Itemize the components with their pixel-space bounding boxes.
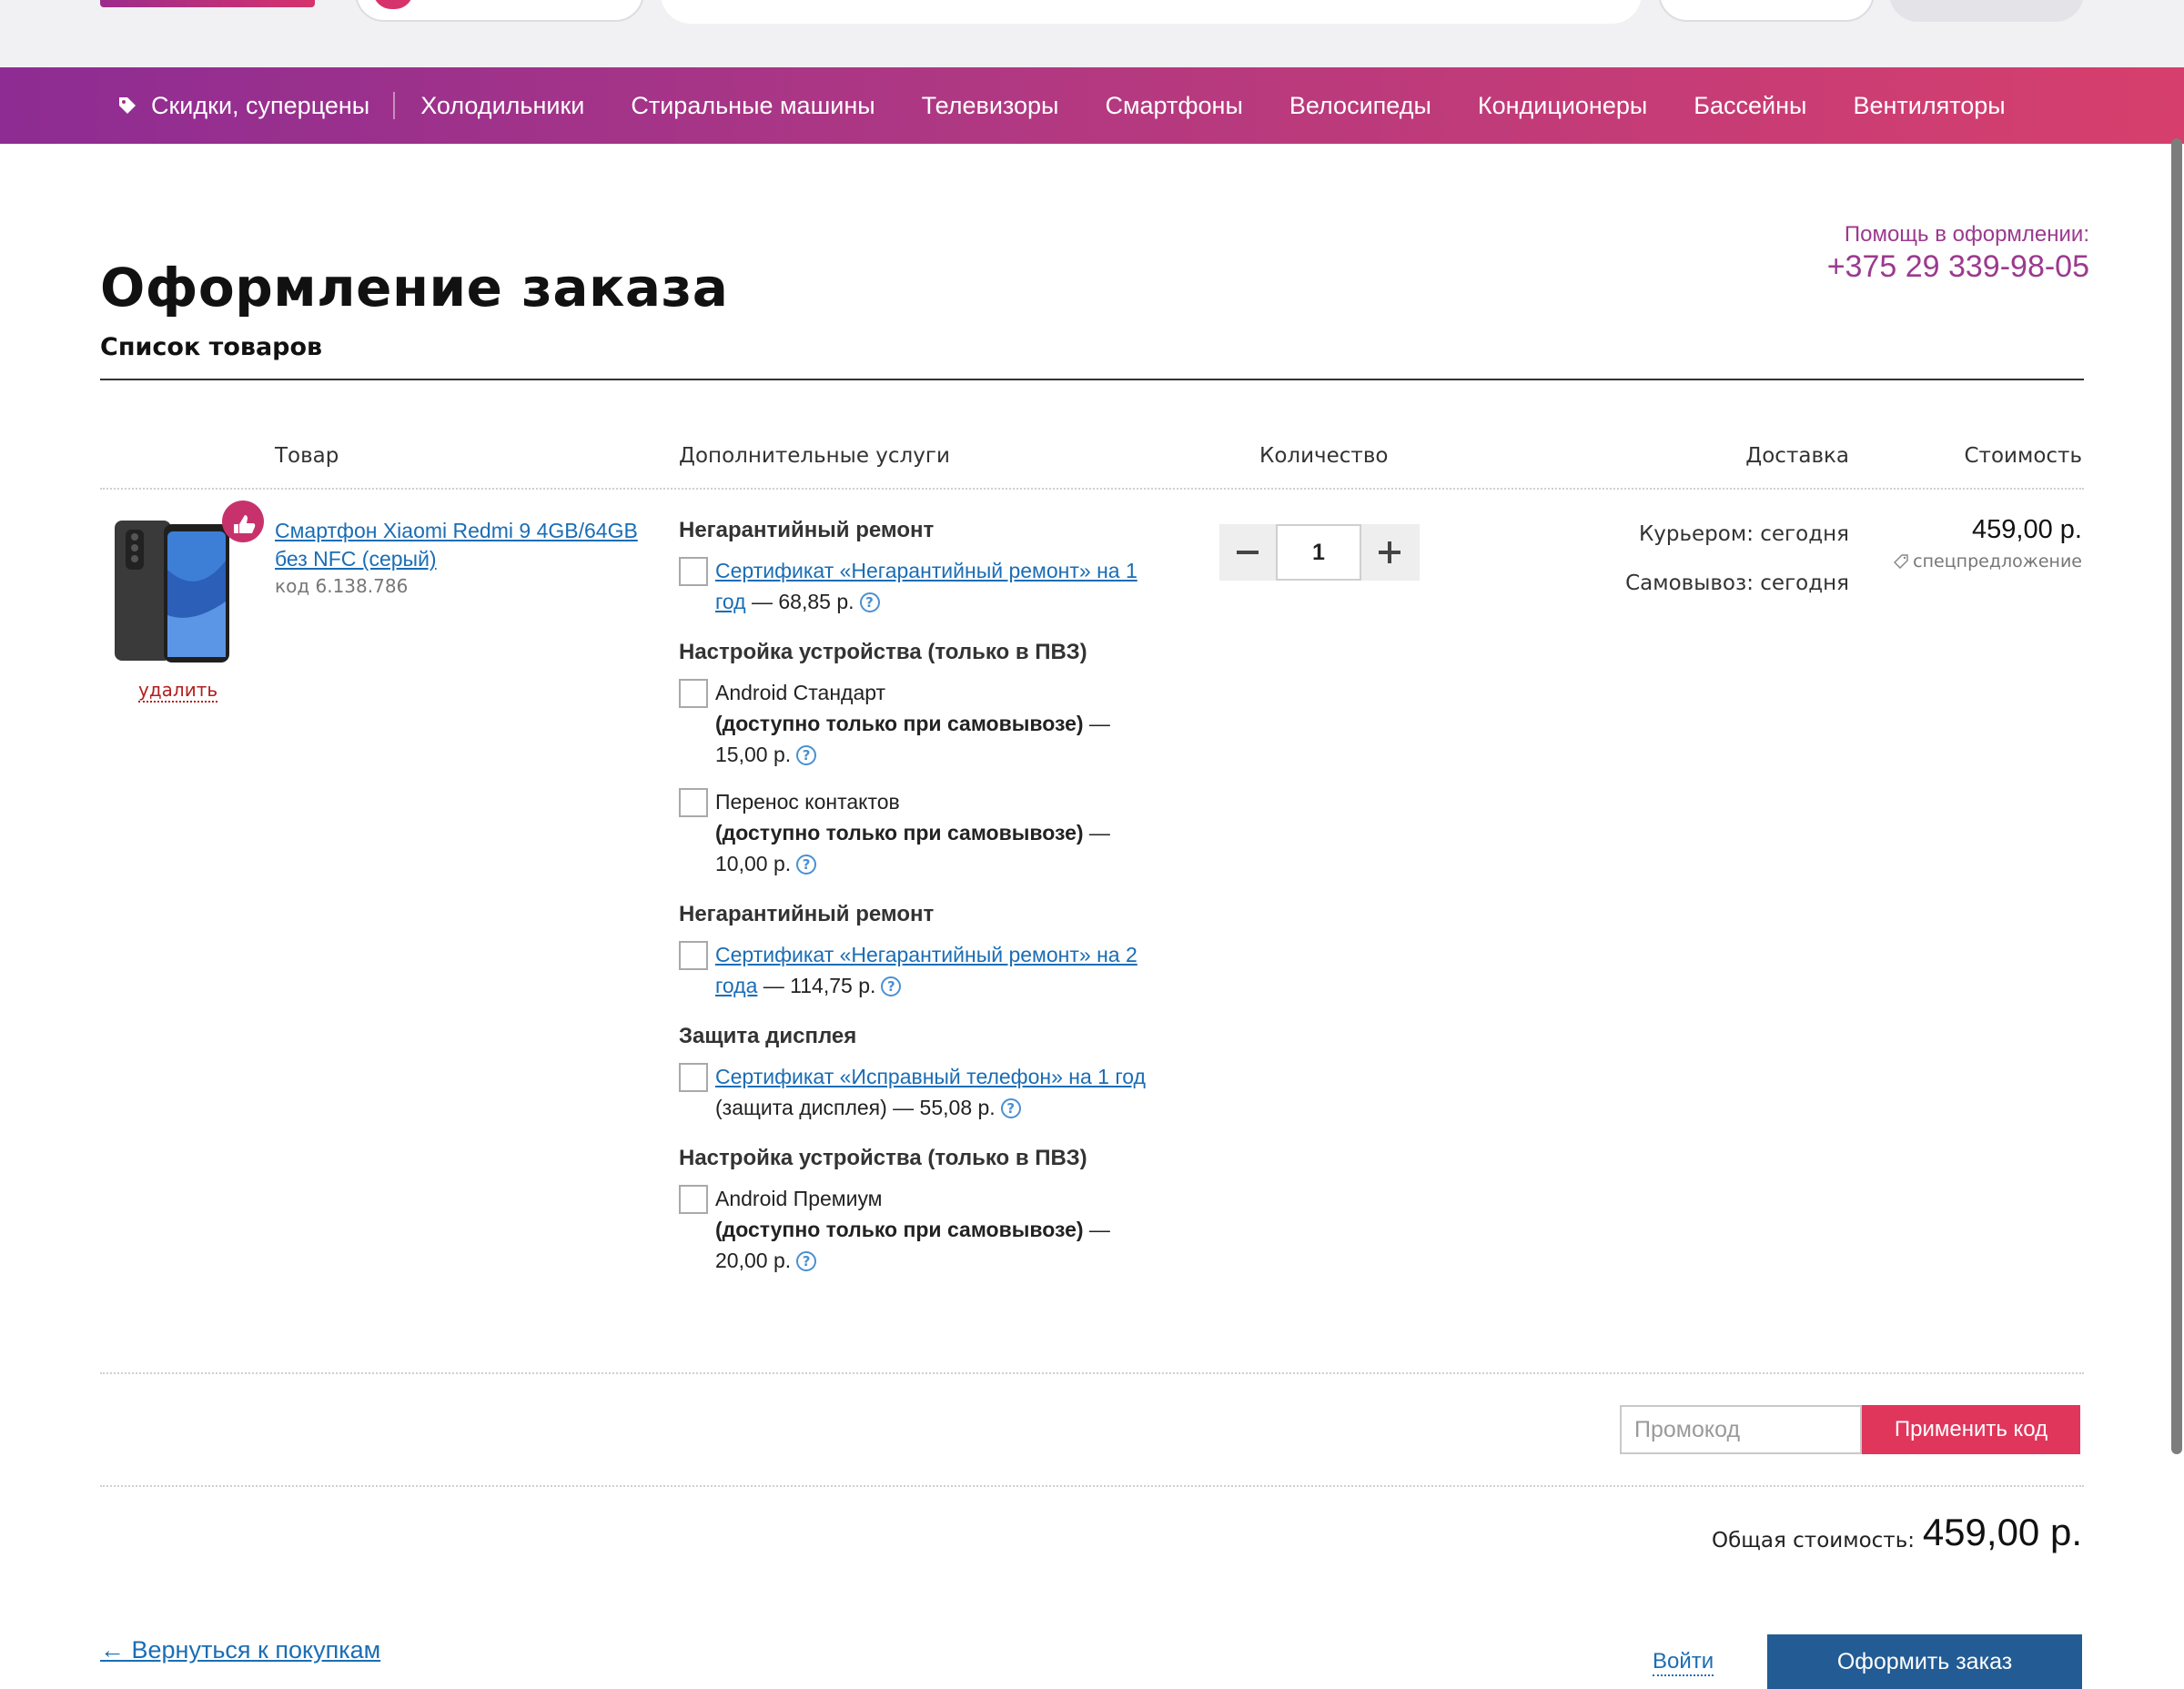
header-button[interactable] — [1658, 0, 1875, 22]
plus-icon[interactable] — [1361, 524, 1418, 581]
service-option: Android Премиум (доступно только при сам… — [679, 1183, 1161, 1276]
logo[interactable] — [100, 0, 315, 7]
minus-icon[interactable] — [1219, 524, 1276, 581]
help-icon[interactable]: ? — [796, 855, 817, 875]
service-checkbox[interactable] — [679, 679, 708, 708]
service-checkbox[interactable] — [679, 1063, 708, 1092]
nav-item-conditioners[interactable]: Кондиционеры — [1478, 92, 1647, 120]
product-image[interactable] — [111, 515, 233, 666]
service-option: Перенос контактов (доступно только при с… — [679, 786, 1161, 879]
search-input[interactable] — [661, 0, 1642, 24]
service-group-title: Настройка устройства (только в ПВЗ) — [679, 1146, 1087, 1170]
service-group-title: Негарантийный ремонт — [679, 902, 935, 926]
service-price: — 68,85 р. — [745, 590, 854, 613]
service-checkbox[interactable] — [679, 1185, 708, 1214]
nav-item-smartphones[interactable]: Смартфоны — [1105, 92, 1242, 120]
back-to-shopping-link[interactable]: ← Вернуться к покупкам — [100, 1636, 380, 1664]
service-checkbox[interactable] — [679, 557, 708, 586]
special-offer-label: спецпредложение — [1913, 551, 2082, 571]
delivery-pickup: Самовывоз: сегодня — [1625, 571, 1849, 595]
help-phone[interactable]: +375 29 339-98-05 — [1827, 249, 2089, 285]
cart-button[interactable] — [1889, 0, 2084, 22]
additional-services: Негарантийный ремонт Сертификат «Негаран… — [679, 515, 1161, 1296]
help-icon[interactable]: ? — [1000, 1098, 1021, 1118]
section-title: Список товаров — [100, 333, 323, 361]
service-checkbox[interactable] — [679, 788, 708, 817]
nav-item-label: Скидки, суперцены — [151, 91, 370, 119]
help-icon[interactable]: ? — [881, 976, 902, 996]
column-header-quantity: Количество — [1259, 444, 1389, 468]
special-offer: спецпредложение — [1894, 551, 2082, 571]
delete-link[interactable]: удалить — [138, 679, 218, 703]
checkout-button[interactable]: Оформить заказ — [1767, 1634, 2082, 1689]
tag-icon — [119, 97, 136, 114]
nav-item-fridges[interactable]: Холодильники — [420, 92, 584, 120]
nav-item-pools[interactable]: Бассейны — [1694, 92, 1806, 120]
divider — [100, 488, 2084, 490]
service-option: Сертификат «Исправный телефон» на 1 год … — [679, 1061, 1161, 1123]
scrollbar[interactable] — [2171, 138, 2182, 1454]
category-nav: Скидки, суперцены Холодильники Стиральны… — [0, 67, 2184, 144]
nav-item-fans[interactable]: Вентиляторы — [1853, 92, 2005, 120]
service-group-title: Настройка устройства (только в ПВЗ) — [679, 640, 1087, 664]
service-price: (защита дисплея) — 55,08 р. — [715, 1096, 996, 1119]
column-header-services: Дополнительные услуги — [679, 444, 950, 468]
column-header-item: Товар — [275, 444, 339, 468]
service-option: Сертификат «Негарантийный ремонт» на 1 г… — [679, 555, 1161, 617]
service-group: Настройка устройства (только в ПВЗ) Andr… — [679, 1143, 1161, 1276]
item-price: 459,00 р. — [1972, 515, 2082, 544]
promo-code-input[interactable] — [1620, 1405, 1862, 1454]
service-group-title: Негарантийный ремонт — [679, 518, 935, 542]
service-option: Android Стандарт (доступно только при са… — [679, 677, 1161, 770]
service-option: Сертификат «Негарантийный ремонт» на 2 г… — [679, 939, 1161, 1001]
nav-item-tvs[interactable]: Телевизоры — [922, 92, 1059, 120]
divider — [100, 1372, 2084, 1374]
nav-item-discounts[interactable]: Скидки, суперцены — [116, 92, 369, 120]
promo-badge-icon — [222, 501, 264, 542]
service-note: (доступно только при самовывозе) — [715, 1218, 1084, 1241]
service-group: Настройка устройства (только в ПВЗ) Andr… — [679, 637, 1161, 879]
total-label: Общая стоимость: — [1711, 1529, 1915, 1552]
page-title: Оформление заказа — [100, 257, 729, 319]
service-group: Негарантийный ремонт Сертификат «Негаран… — [679, 899, 1161, 1001]
product-name-link[interactable]: Смартфон Xiaomi Redmi 9 4GB/64GB без NFC… — [275, 517, 657, 573]
tag-icon — [1894, 554, 1908, 569]
service-group-title: Защита дисплея — [679, 1024, 857, 1048]
product-code: код 6.138.786 — [275, 575, 409, 597]
service-name: Перенос контактов — [715, 790, 900, 814]
divider — [100, 1485, 2084, 1487]
apply-code-button[interactable]: Применить код — [1862, 1405, 2080, 1454]
delivery-courier: Курьером: сегодня — [1638, 522, 1849, 546]
help-icon[interactable]: ? — [796, 1251, 817, 1271]
service-note: (доступно только при самовывозе) — [715, 712, 1084, 735]
column-header-delivery: Доставка — [1745, 444, 1849, 468]
help-label: Помощь в оформлении: — [1844, 222, 2089, 247]
nav-item-washers[interactable]: Стиральные машины — [631, 92, 875, 120]
login-link[interactable]: Войти — [1653, 1649, 1714, 1676]
quantity-stepper — [1219, 524, 1420, 581]
total-value: 459,00 р. — [1922, 1511, 2082, 1553]
service-price: — 114,75 р. — [757, 974, 876, 997]
nav-divider — [393, 92, 396, 119]
site-header — [0, 0, 2184, 67]
help-icon[interactable]: ? — [796, 745, 817, 765]
nav-item-bicycles[interactable]: Велосипеды — [1289, 92, 1431, 120]
column-header-price: Стоимость — [1964, 444, 2083, 468]
service-name: Android Стандарт — [715, 681, 886, 704]
divider — [100, 379, 2084, 380]
service-group: Защита дисплея Сертификат «Исправный тел… — [679, 1021, 1161, 1123]
service-checkbox[interactable] — [679, 941, 708, 970]
service-link[interactable]: Сертификат «Исправный телефон» на 1 год — [715, 1065, 1146, 1088]
service-name: Android Премиум — [715, 1187, 883, 1210]
help-icon[interactable]: ? — [859, 592, 880, 612]
quantity-input[interactable] — [1276, 524, 1361, 581]
service-group: Негарантийный ремонт Сертификат «Негаран… — [679, 515, 1161, 617]
service-note: (доступно только при самовывозе) — [715, 821, 1084, 844]
